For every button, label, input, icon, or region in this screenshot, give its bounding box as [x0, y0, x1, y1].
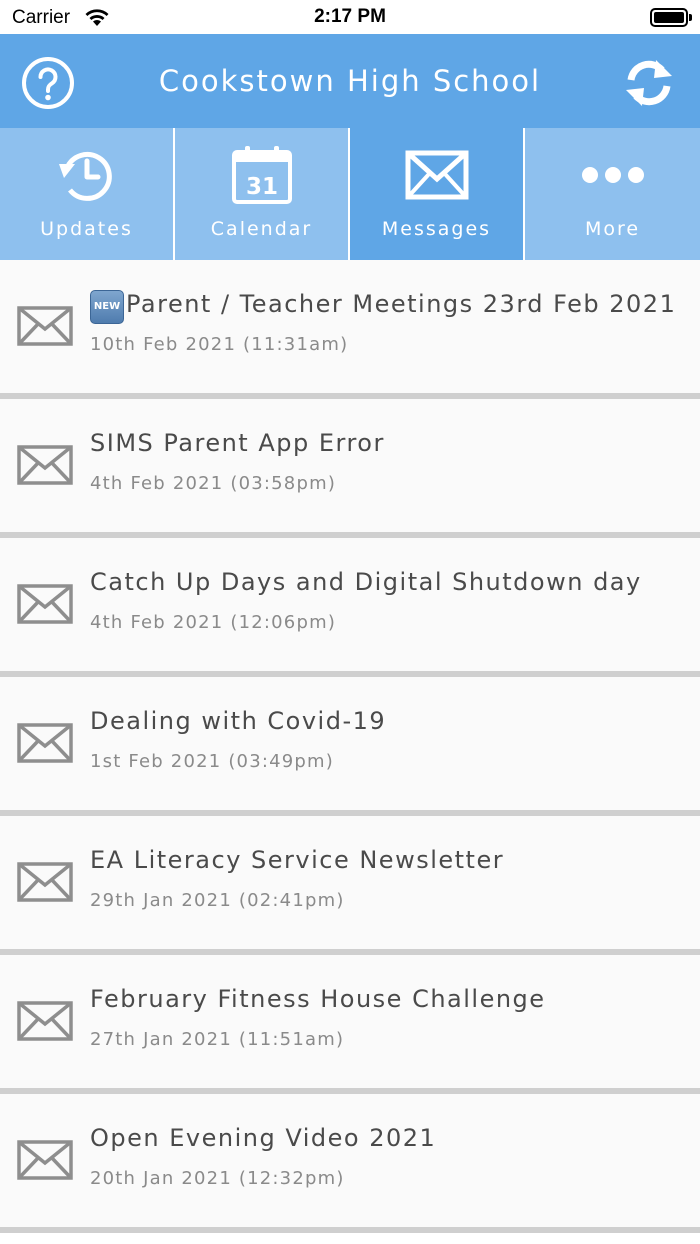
message-row[interactable]: NEW Parent / Teacher Meetings 23rd Feb 20… — [0, 260, 700, 399]
tab-calendar[interactable]: 31 Calendar — [175, 128, 350, 260]
new-badge: NEW — [90, 290, 124, 324]
message-title: Catch Up Days and Digital Shutdown day — [90, 568, 642, 596]
status-bar: Carrier 2:17 PM — [0, 0, 700, 34]
tab-messages[interactable]: Messages — [350, 128, 525, 260]
message-title: Open Evening Video 2021 — [90, 1124, 437, 1152]
message-date: 29th Jan 2021 (02:41pm) — [90, 890, 345, 911]
envelope-icon — [17, 723, 73, 763]
message-title: EA Literacy Service Newsletter — [90, 846, 505, 874]
tab-more-label: More — [584, 218, 641, 240]
message-row[interactable]: SIMS Parent App Error 4th Feb 2021 (03:5… — [0, 399, 700, 538]
battery-tip — [689, 14, 692, 21]
tab-bar: Updates 31 Calendar Messages More — [0, 128, 700, 260]
message-title: Dealing with Covid-19 — [90, 707, 387, 735]
tab-updates-label: Updates — [40, 218, 133, 240]
tab-updates[interactable]: Updates — [0, 128, 175, 260]
message-title: SIMS Parent App Error — [90, 429, 385, 457]
envelope-icon — [17, 445, 73, 485]
tab-messages-label: Messages — [381, 218, 492, 240]
page-title: Cookstown High School — [158, 64, 542, 98]
message-date: 27th Jan 2021 (11:51am) — [90, 1029, 345, 1050]
message-row[interactable]: Catch Up Days and Digital Shutdown day 4… — [0, 538, 700, 677]
envelope-icon — [17, 584, 73, 624]
app-header: Cookstown High School — [0, 34, 700, 128]
message-row[interactable]: Dealing with Covid-19 1st Feb 2021 (03:4… — [0, 677, 700, 816]
message-date: 4th Feb 2021 (03:58pm) — [90, 473, 337, 494]
message-row[interactable]: Open Evening Video 2021 20th Jan 2021 (1… — [0, 1094, 700, 1233]
calendar-day-number: 31 — [245, 174, 277, 200]
tab-calendar-label: Calendar — [210, 218, 313, 240]
message-date: 4th Feb 2021 (12:06pm) — [90, 612, 337, 633]
clock-history-icon — [58, 151, 112, 201]
envelope-icon — [17, 306, 73, 346]
clock: 2:17 PM — [314, 6, 386, 27]
envelope-icon — [17, 862, 73, 902]
message-list: NEW Parent / Teacher Meetings 23rd Feb 20… — [0, 260, 700, 1233]
message-title: February Fitness House Challenge — [90, 985, 546, 1013]
envelope-icon — [405, 150, 468, 200]
envelope-icon — [17, 1001, 73, 1041]
message-row[interactable]: February Fitness House Challenge 27th Ja… — [0, 955, 700, 1094]
message-date: 1st Feb 2021 (03:49pm) — [90, 751, 335, 772]
refresh-icon — [626, 60, 672, 106]
message-date: 10th Feb 2021 (11:31am) — [90, 334, 349, 355]
envelope-icon — [17, 1140, 73, 1180]
refresh-button[interactable] — [618, 56, 680, 110]
message-date: 20th Jan 2021 (12:32pm) — [90, 1168, 345, 1189]
battery-icon — [650, 8, 688, 27]
message-title: Parent / Teacher Meetings 23rd Feb 2021 — [126, 290, 677, 318]
ellipsis-icon — [581, 167, 644, 183]
calendar-icon: 31 — [231, 146, 292, 204]
message-row[interactable]: EA Literacy Service Newsletter 29th Jan … — [0, 816, 700, 955]
tab-more[interactable]: More — [525, 128, 700, 260]
